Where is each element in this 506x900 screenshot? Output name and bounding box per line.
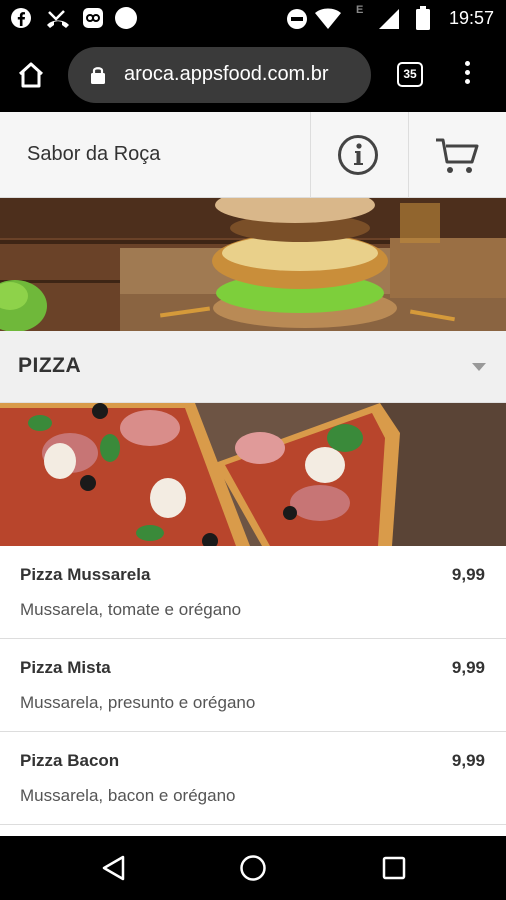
hero-banner-image [0,198,506,331]
wifi-icon [315,8,341,29]
menu-list: Pizza Mussarela 9,99 Mussarela, tomate e… [0,546,506,825]
item-price: 9,99 [451,565,485,584]
circle-icon [115,7,137,29]
back-icon[interactable] [100,854,126,882]
status-bar: E 19:57 [0,0,506,38]
home-icon[interactable] [16,60,46,90]
info-icon[interactable] [337,134,379,176]
browser-menu-icon[interactable] [461,61,473,89]
item-description: Mussarela, presunto e orégano [20,693,256,712]
item-price: 9,99 [451,658,485,677]
category-title: PIZZA [18,354,82,377]
category-image [0,403,506,546]
list-item[interactable]: Pizza Mista 9,99 Mussarela, presunto e o… [0,639,506,732]
edge-signal-icon: E [356,4,364,16]
item-description: Mussarela, tomate e orégano [20,600,242,619]
recent-apps-icon[interactable] [382,856,406,880]
do-not-disturb-icon [287,9,307,29]
category-header[interactable]: PIZZA [0,331,506,403]
browser-toolbar: aroca.appsfood.com.br 35 [0,38,506,112]
address-bar[interactable]: aroca.appsfood.com.br [68,47,371,103]
item-price: 9,99 [451,751,485,770]
clock: 19:57 [448,8,494,28]
app-header: Sabor da Roça [0,112,506,198]
list-item[interactable]: Pizza Bacon 9,99 Mussarela, bacon e orég… [0,732,506,825]
cart-icon[interactable] [434,136,480,176]
tab-switcher-button[interactable]: 35 [397,62,423,87]
app-notification-icon [83,8,103,28]
battery-icon [416,6,430,30]
cellular-signal-icon [379,9,399,29]
header-divider [310,112,311,198]
url-text: aroca.appsfood.com.br [124,63,329,85]
screen: E 19:57 aroca.appsfood.com.br 35 Sabor d… [0,0,506,900]
header-divider [408,112,409,198]
home-nav-icon[interactable] [239,854,267,882]
item-name: Pizza Bacon [20,751,120,770]
item-description: Mussarela, bacon e orégano [20,786,236,805]
restaurant-name: Sabor da Roça [27,143,161,165]
missed-call-icon [47,10,69,28]
list-item[interactable]: Pizza Mussarela 9,99 Mussarela, tomate e… [0,546,506,639]
lock-icon [91,67,105,84]
item-name: Pizza Mussarela [20,565,151,584]
facebook-icon [11,8,31,28]
chevron-down-icon[interactable] [472,363,486,371]
item-name: Pizza Mista [20,658,111,677]
system-navigation-bar [0,836,506,900]
